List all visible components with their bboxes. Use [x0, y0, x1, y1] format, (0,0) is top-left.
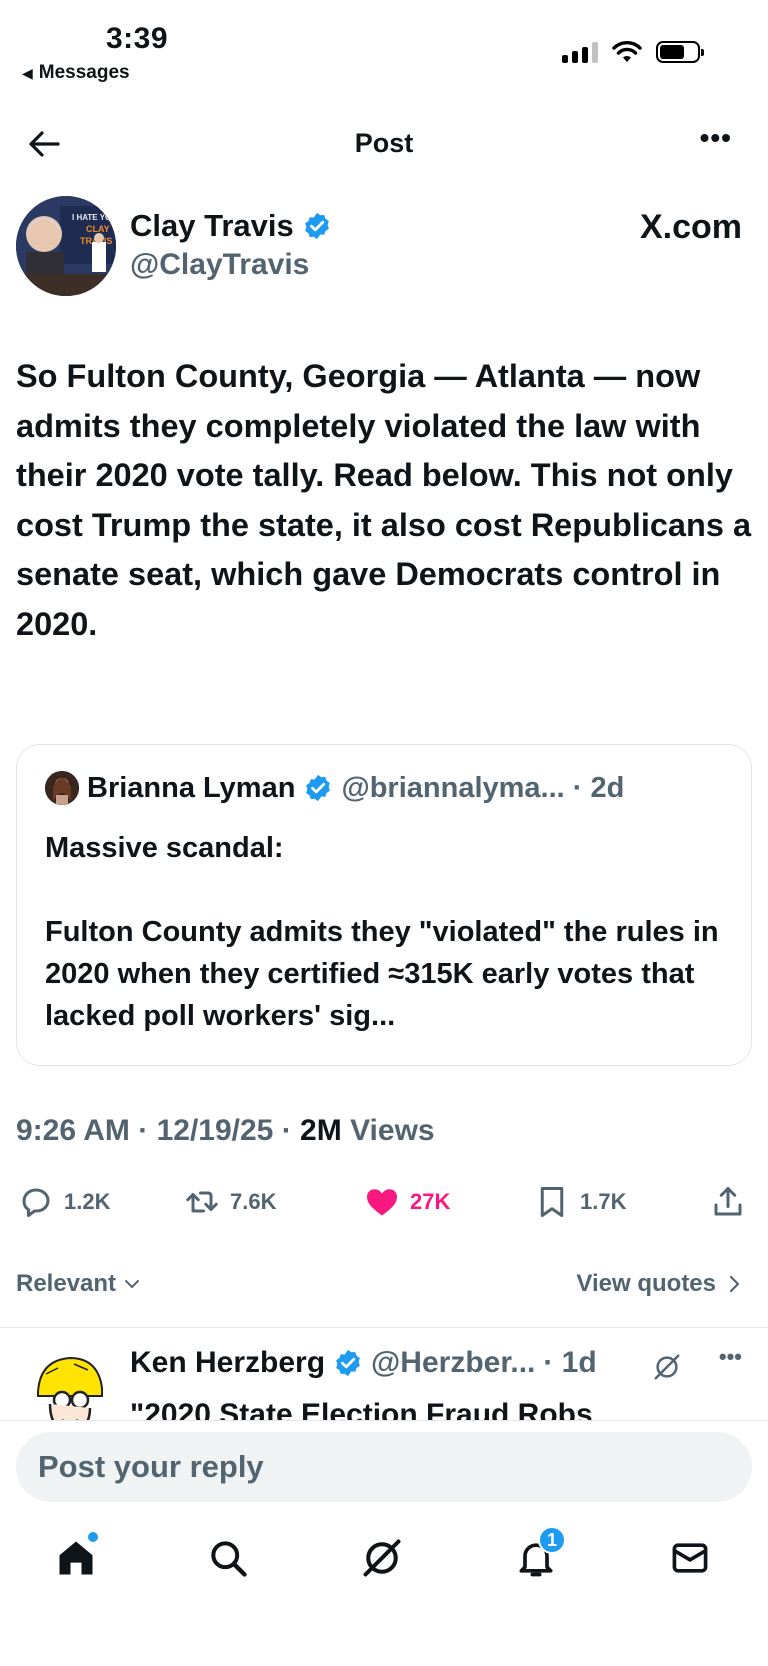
bookmark-button[interactable]: 1.7K — [534, 1184, 626, 1220]
post-metadata: 9:26 AM · 12/19/25 · 2M Views — [16, 1114, 435, 1148]
avatar-sign-text: I HATE YOU — [72, 213, 116, 222]
quoted-author-handle: @briannalyma... — [341, 771, 565, 804]
bookmark-icon — [540, 1187, 564, 1217]
share-button[interactable] — [710, 1184, 746, 1220]
reply-icon — [22, 1188, 50, 1217]
svg-text:CLAY: CLAY — [86, 224, 110, 234]
divider — [0, 1420, 768, 1421]
notifications-badge: 1 — [538, 1526, 566, 1554]
reply-author-handle: @Herzber... — [371, 1346, 536, 1379]
post-time: 9:26 AM — [16, 1114, 130, 1147]
tab-home[interactable] — [54, 1532, 102, 1584]
reply-age: · 1d — [543, 1346, 597, 1379]
reply-composer[interactable] — [16, 1432, 752, 1502]
reply-more-icon[interactable]: ••• — [719, 1344, 742, 1370]
back-triangle-icon: ◀ — [22, 64, 33, 81]
post-date: · 12/19/25 · — [138, 1114, 292, 1147]
view-quotes-link[interactable]: View quotes — [576, 1270, 744, 1298]
reply-header: Ken Herzberg @Herzber... · 1d — [130, 1346, 597, 1380]
like-button[interactable]: 27K — [364, 1184, 450, 1220]
repost-icon — [186, 1191, 218, 1213]
repost-button[interactable]: 7.6K — [184, 1184, 276, 1220]
back-to-messages-link[interactable]: ◀ Messages — [22, 62, 130, 84]
verified-badge-icon — [336, 1349, 360, 1377]
views-count: 2M — [300, 1114, 342, 1147]
reply-text: "2020 State Election Fraud Robs — [130, 1398, 593, 1420]
grok-icon — [363, 1539, 401, 1577]
tab-notifications[interactable]: 1 — [514, 1526, 566, 1584]
share-icon — [714, 1187, 742, 1216]
chevron-down-icon — [125, 1280, 140, 1288]
reply-author-name: Ken Herzberg — [130, 1346, 326, 1379]
quoted-post-header: Brianna Lyman @briannalyma... · 2d — [45, 771, 624, 805]
post-actions: 1.2K 7.6K 27K 1.7K — [16, 1184, 756, 1228]
reply-input[interactable] — [38, 1432, 718, 1502]
quoted-post[interactable]: Brianna Lyman @briannalyma... · 2d Massi… — [16, 744, 752, 1066]
quoted-post-age: · 2d — [572, 771, 625, 804]
grok-icon[interactable] — [652, 1352, 682, 1382]
post-header: Post ••• — [0, 112, 768, 182]
quoted-post-text: Massive scandal: Fulton County admits th… — [45, 827, 735, 1037]
bottom-tab-bar: 1 — [0, 1526, 768, 1606]
search-icon — [211, 1541, 247, 1577]
reply-button[interactable]: 1.2K — [18, 1184, 110, 1220]
status-time: 3:39 — [106, 22, 169, 55]
quoted-author-name: Brianna Lyman — [87, 771, 296, 804]
author-avatar[interactable]: I HATE YOU CLAY TRAVIS — [16, 196, 116, 296]
page-title: Post — [354, 128, 414, 158]
verified-badge-icon — [306, 774, 331, 802]
tab-search[interactable] — [206, 1536, 254, 1584]
verified-badge-icon — [304, 212, 329, 240]
more-options-icon[interactable]: ••• — [700, 122, 732, 154]
back-app-label: Messages — [38, 62, 130, 83]
reply-sort-dropdown[interactable]: Relevant — [16, 1270, 142, 1298]
cellular-signal-icon — [562, 41, 598, 63]
tab-grok[interactable] — [360, 1536, 408, 1584]
post-text: So Fulton County, Georgia — Atlanta — no… — [16, 358, 752, 642]
quoted-post-line-2: Fulton County admits they "violated" the… — [45, 916, 719, 1032]
tab-messages[interactable] — [668, 1536, 716, 1584]
quoted-author-avatar — [45, 771, 79, 805]
battery-icon — [656, 41, 704, 63]
envelope-icon — [672, 1543, 708, 1573]
heart-filled-icon — [367, 1189, 397, 1216]
quoted-post-line-1: Massive scandal: — [45, 832, 284, 864]
author-name[interactable]: Clay Travis — [130, 208, 332, 244]
author-handle[interactable]: @ClayTravis — [130, 248, 309, 282]
post-author: I HATE YOU CLAY TRAVIS Clay Travis @Clay… — [16, 196, 752, 296]
reply-item[interactable]: Ken Herzberg @Herzber... · 1d ••• "2020 … — [0, 1330, 768, 1420]
home-unread-dot — [88, 1532, 98, 1542]
home-icon — [59, 1541, 93, 1575]
chevron-right-icon — [729, 1275, 740, 1293]
divider — [0, 1327, 768, 1328]
reply-author-avatar[interactable] — [22, 1346, 118, 1420]
views-label: Views — [350, 1114, 435, 1147]
source-label: X.com — [639, 208, 742, 246]
status-bar: 3:39 ◀ Messages — [0, 0, 768, 100]
status-icons — [562, 40, 704, 64]
wifi-icon — [612, 41, 642, 62]
